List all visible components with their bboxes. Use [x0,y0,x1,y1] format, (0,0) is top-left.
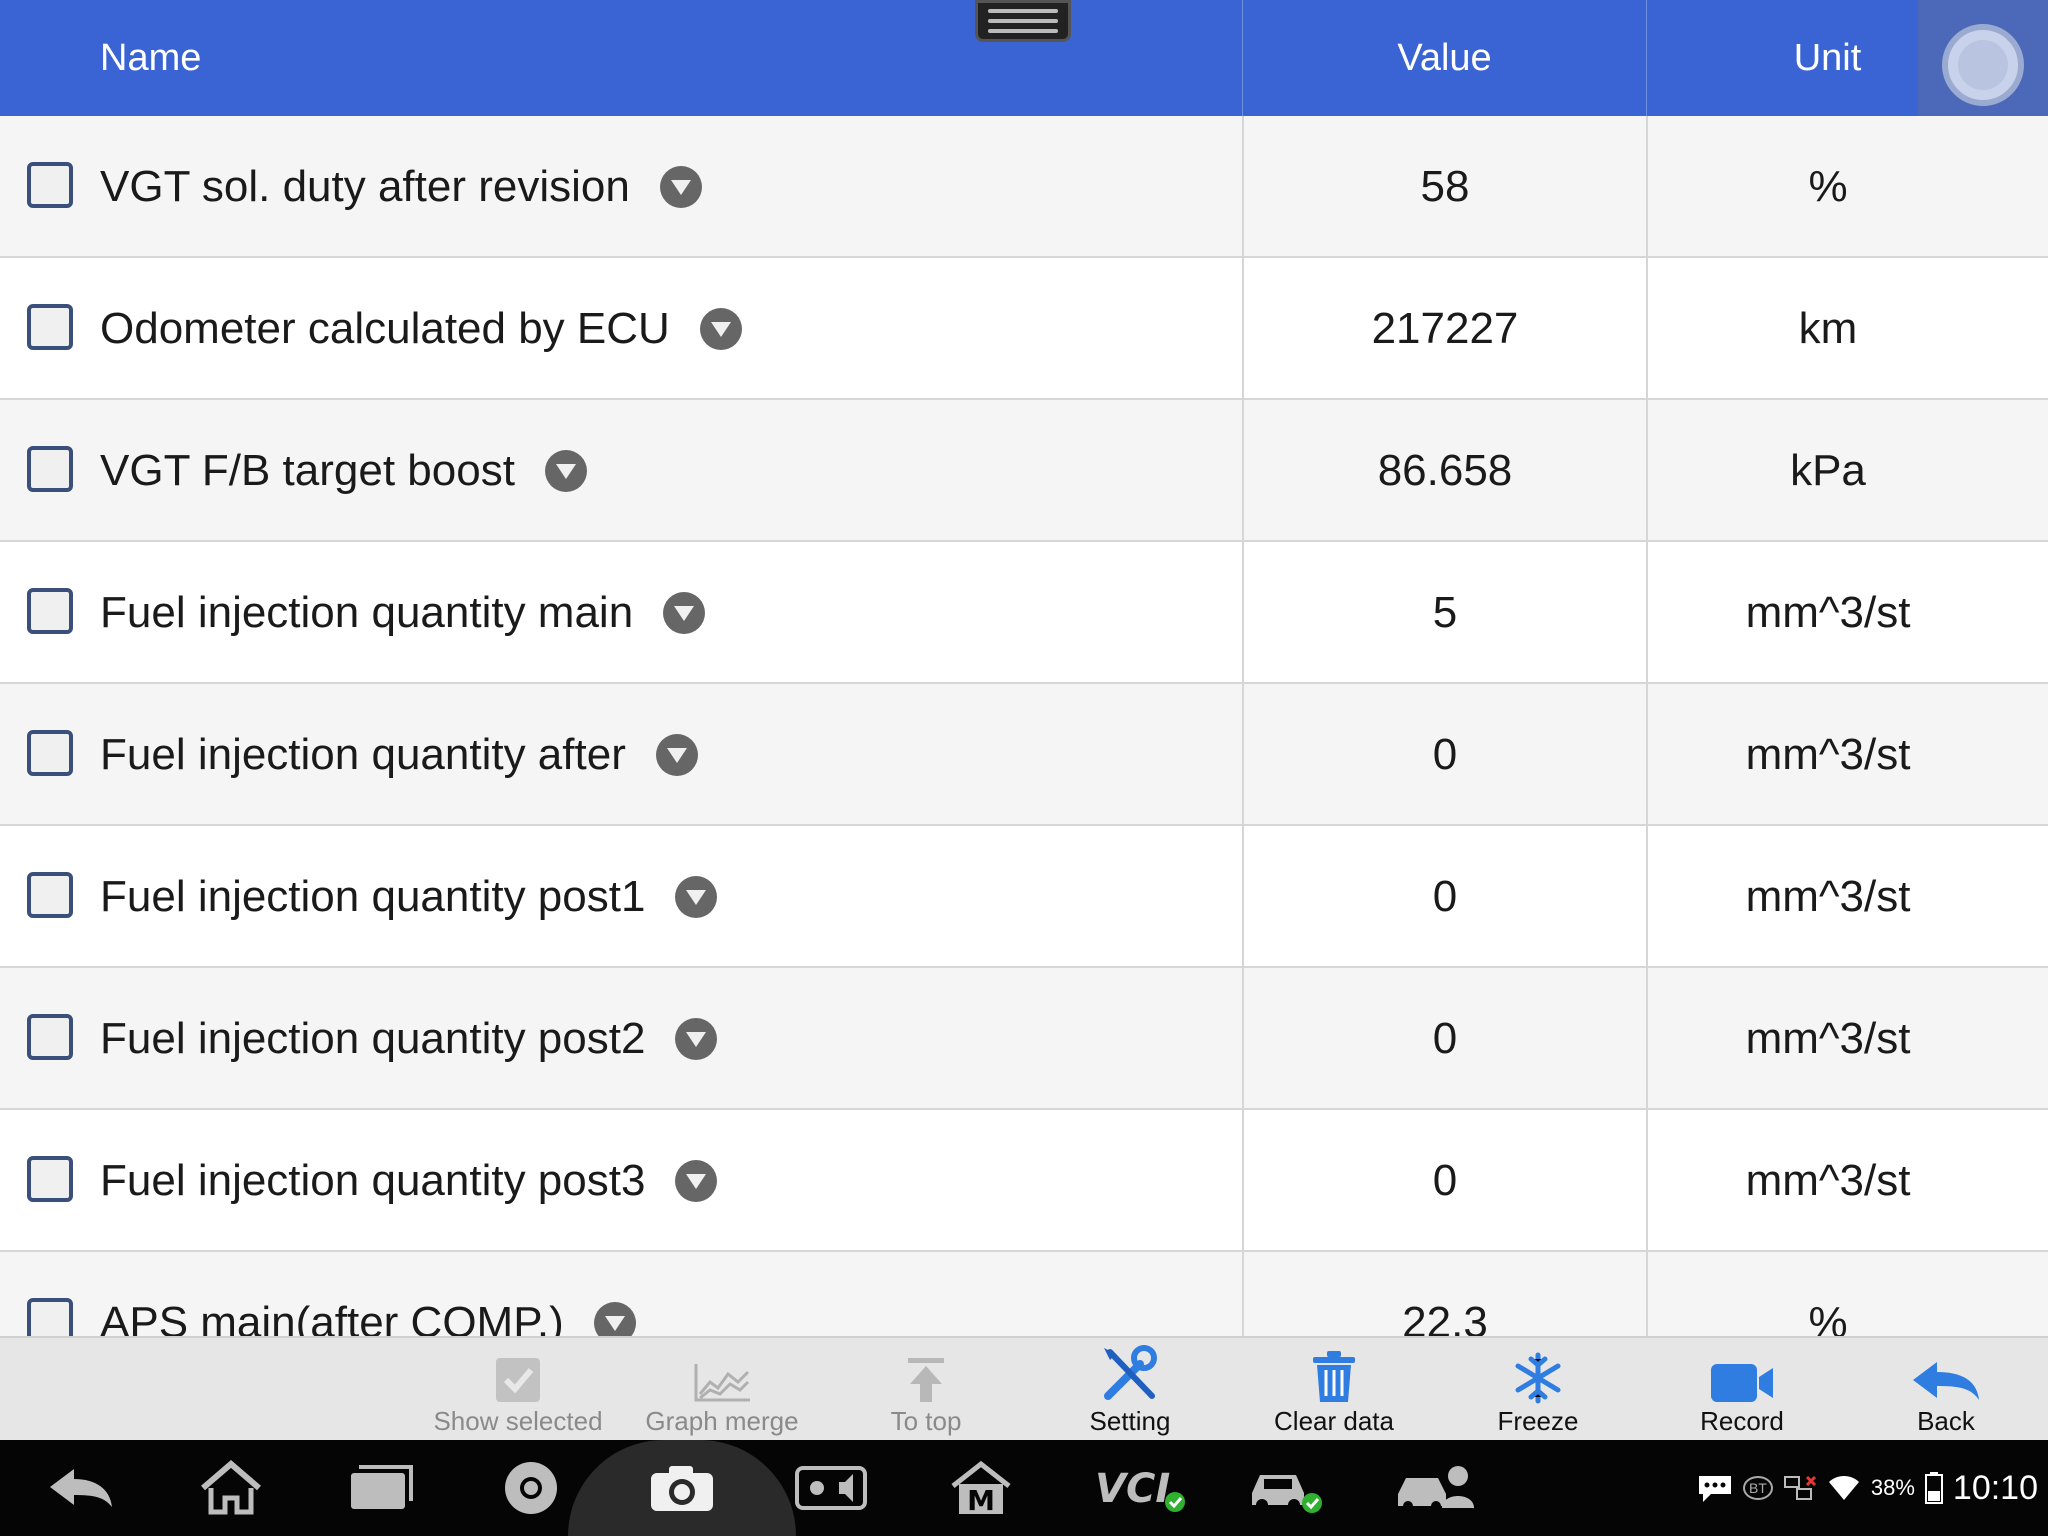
column-header-value: Value [1242,0,1646,116]
tools-wrench-icon [1104,1345,1157,1400]
dropdown-arrow-icon[interactable] [699,308,742,350]
row-name: Fuel injection quantity after [100,730,626,779]
row-unit: mm^3/st [1646,826,2048,968]
table-row[interactable]: Fuel injection quantity post1 0 mm^3/st [0,826,2048,968]
setting-button[interactable]: Setting [1030,1338,1230,1442]
show-selected-button[interactable]: Show selected [418,1338,618,1442]
back-arrow-icon [1913,1362,1979,1400]
row-value: 5 [1242,542,1646,684]
bluetooth-badge: BT [1742,1476,1773,1500]
row-checkbox[interactable] [27,1156,73,1202]
nav-recent-apps-icon[interactable] [326,1440,436,1536]
drag-handle-icon[interactable] [975,0,1071,42]
row-unit: km [1646,258,2048,400]
row-checkbox[interactable] [27,872,73,918]
dropdown-arrow-icon[interactable] [544,450,587,492]
row-unit: % [1646,1252,2048,1336]
dropdown-arrow-icon[interactable] [675,1018,718,1060]
dropdown-arrow-icon[interactable] [675,1160,718,1202]
vci-status-icon[interactable]: VCI [1076,1440,1206,1536]
row-name: Fuel injection quantity post3 [100,1156,646,1205]
record-button[interactable]: Record [1642,1338,1842,1442]
row-value: 0 [1242,684,1646,826]
table-row[interactable]: Fuel injection quantity after 0 mm^3/st [0,684,2048,826]
table-header: Name Value Unit [0,0,2048,116]
maxifix-m-icon[interactable]: M [926,1440,1036,1536]
table-row[interactable]: Fuel injection quantity post2 0 mm^3/st [0,968,2048,1110]
vehicle-connected-icon[interactable] [1226,1440,1346,1536]
trash-icon [1313,1351,1355,1402]
row-unit: mm^3/st [1646,968,2048,1110]
video-camera-icon [1711,1364,1773,1402]
wifi-icon [1828,1476,1859,1500]
brightness-volume-icon[interactable] [776,1440,886,1536]
status-bar: BT 38% 10:10 [1697,1440,2038,1536]
screenshot-camera-icon[interactable] [627,1440,737,1536]
freeze-button[interactable]: Freeze [1438,1338,1638,1442]
row-value: 217227 [1242,258,1646,400]
checkbox-icon [496,1358,540,1402]
data-stream-list[interactable]: VGT sol. duty after revision 58 % Odomet… [0,116,2048,1336]
dropdown-arrow-icon[interactable] [593,1302,636,1336]
row-checkbox[interactable] [27,588,73,634]
floating-assist-button[interactable] [1918,0,2048,130]
nav-home-icon[interactable] [176,1440,286,1536]
battery-icon [1924,1472,1943,1504]
row-checkbox[interactable] [27,730,73,776]
message-icon [1698,1476,1731,1502]
table-row[interactable]: Fuel injection quantity post3 0 mm^3/st [0,1110,2048,1252]
dropdown-arrow-icon[interactable] [675,876,718,918]
row-unit: kPa [1646,400,2048,542]
row-checkbox[interactable] [27,446,73,492]
bottom-toolbar: Show selected Graph merge To top Setting… [0,1336,2048,1440]
row-name: Odometer calculated by ECU [100,304,670,353]
clock: 10:10 [1952,1468,2038,1507]
back-button[interactable]: Back [1846,1338,2046,1442]
dropdown-arrow-icon[interactable] [655,734,698,776]
snowflake-icon [1515,1352,1561,1404]
battery-percent: 38% [1870,1475,1915,1500]
row-unit: % [1646,116,2048,258]
assist-circle-icon [1942,24,2024,106]
column-header-name: Name [100,37,202,79]
row-value: 22.3 [1242,1252,1646,1336]
row-name: APS main(after COMP.) [100,1298,564,1336]
dropdown-arrow-icon[interactable] [663,592,706,634]
svg-text:VCI: VCI [1095,1466,1170,1512]
row-name: Fuel injection quantity main [100,588,634,637]
network-disconnected-icon [1783,1475,1816,1500]
nav-back-icon[interactable] [26,1440,136,1536]
row-value: 0 [1242,968,1646,1110]
remote-expert-icon[interactable] [1376,1440,1496,1536]
table-row[interactable]: Odometer calculated by ECU 217227 km [0,258,2048,400]
clear-data-button[interactable]: Clear data [1234,1338,1434,1442]
table-row[interactable]: VGT sol. duty after revision 58 % [0,116,2048,258]
table-row[interactable]: VGT F/B target boost 86.658 kPa [0,400,2048,542]
row-value: 0 [1242,1110,1646,1252]
row-name: VGT F/B target boost [100,446,515,495]
graph-icon [694,1364,750,1402]
row-checkbox[interactable] [27,1014,73,1060]
table-row[interactable]: Fuel injection quantity main 5 mm^3/st [0,542,2048,684]
row-value: 86.658 [1242,400,1646,542]
arrow-up-to-top-icon [908,1358,944,1402]
dropdown-arrow-icon[interactable] [659,166,702,208]
row-unit: mm^3/st [1646,542,2048,684]
svg-text:M: M [967,1484,995,1516]
row-value: 58 [1242,116,1646,258]
row-checkbox[interactable] [27,1298,73,1336]
row-value: 0 [1242,826,1646,968]
graph-merge-button[interactable]: Graph merge [622,1338,822,1442]
row-name: VGT sol. duty after revision [100,162,630,211]
row-checkbox[interactable] [27,304,73,350]
chrome-browser-icon[interactable] [476,1440,586,1536]
row-name: Fuel injection quantity post2 [100,1014,646,1063]
row-checkbox[interactable] [27,162,73,208]
row-name: Fuel injection quantity post1 [100,872,646,921]
table-row[interactable]: APS main(after COMP.) 22.3 % [0,1252,2048,1336]
row-unit: mm^3/st [1646,1110,2048,1252]
row-unit: mm^3/st [1646,684,2048,826]
to-top-button[interactable]: To top [826,1338,1026,1442]
